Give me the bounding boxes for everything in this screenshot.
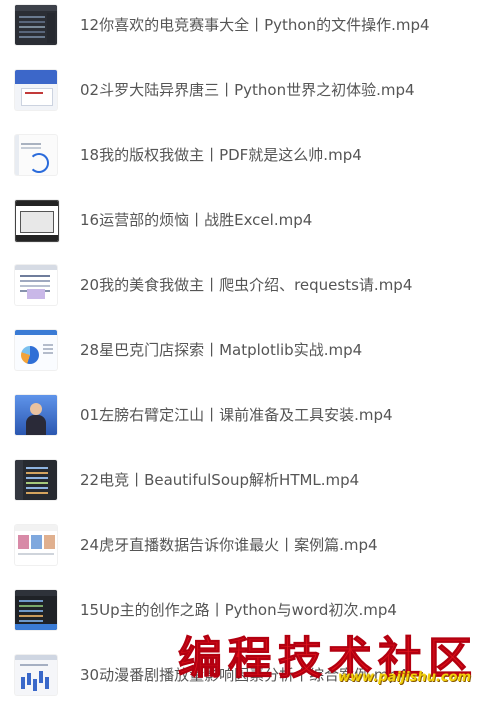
file-row[interactable]: 20我的美食我做主丨爬虫介绍、requests请.mp4 (0, 261, 481, 309)
video-thumbnail[interactable] (15, 200, 59, 242)
file-name[interactable]: 20我的美食我做主丨爬虫介绍、requests请.mp4 (80, 274, 412, 295)
video-thumbnail[interactable] (15, 330, 57, 370)
video-thumbnail[interactable] (15, 655, 57, 695)
video-thumbnail[interactable] (15, 395, 57, 435)
file-row[interactable]: 22电竞丨BeautifulSoup解析HTML.mp4 (0, 456, 481, 504)
file-name[interactable]: 24虎牙直播数据告诉你谁最火丨案例篇.mp4 (80, 534, 378, 555)
file-name[interactable]: 01左膀右臂定江山丨课前准备及工具安装.mp4 (80, 404, 393, 425)
file-name[interactable]: 12你喜欢的电竞赛事大全丨Python的文件操作.mp4 (80, 14, 430, 35)
video-thumbnail[interactable] (15, 460, 57, 500)
file-name[interactable]: 18我的版权我做主丨PDF就是这么帅.mp4 (80, 144, 362, 165)
file-name[interactable]: 02斗罗大陆异界唐三丨Python世界之初体验.mp4 (80, 79, 415, 100)
site-watermark: 编程技术社区 www.paijishu.com (178, 622, 478, 692)
video-thumbnail[interactable] (15, 5, 57, 45)
file-row[interactable]: 16运营部的烦恼丨战胜Excel.mp4 (0, 196, 481, 244)
file-name[interactable]: 15Up主的创作之路丨Python与word初次.mp4 (80, 599, 397, 620)
video-thumbnail[interactable] (15, 525, 57, 565)
file-row[interactable]: 01左膀右臂定江山丨课前准备及工具安装.mp4 (0, 391, 481, 439)
file-name[interactable]: 16运营部的烦恼丨战胜Excel.mp4 (80, 209, 312, 230)
video-thumbnail[interactable] (15, 70, 57, 110)
file-row[interactable]: 24虎牙直播数据告诉你谁最火丨案例篇.mp4 (0, 521, 481, 569)
file-row[interactable]: 18我的版权我做主丨PDF就是这么帅.mp4 (0, 131, 481, 179)
watermark-url: www.paijishu.com (338, 670, 471, 685)
file-name[interactable]: 22电竞丨BeautifulSoup解析HTML.mp4 (80, 469, 359, 490)
video-thumbnail[interactable] (15, 590, 57, 630)
file-row[interactable]: 02斗罗大陆异界唐三丨Python世界之初体验.mp4 (0, 66, 481, 114)
video-thumbnail[interactable] (15, 135, 57, 175)
file-row[interactable]: 28星巴克门店探索丨Matplotlib实战.mp4 (0, 326, 481, 374)
video-thumbnail[interactable] (15, 265, 57, 305)
file-row[interactable]: 12你喜欢的电竞赛事大全丨Python的文件操作.mp4 (0, 1, 481, 49)
file-name[interactable]: 28星巴克门店探索丨Matplotlib实战.mp4 (80, 339, 362, 360)
